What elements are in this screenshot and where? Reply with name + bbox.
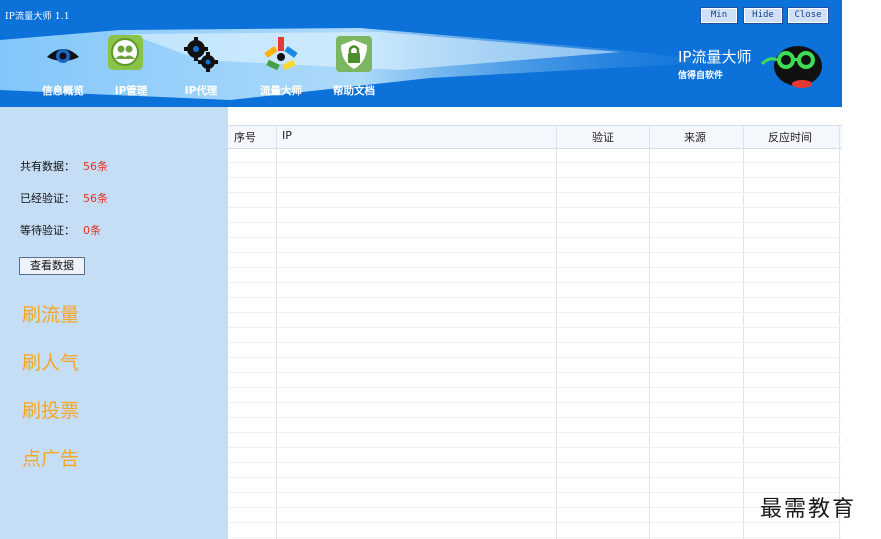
- table-row: [228, 492, 842, 493]
- table-header: 序号 IP 验证 来源 反应时间: [228, 125, 842, 149]
- table-row: [228, 462, 842, 463]
- table-row: [228, 477, 842, 478]
- stat-value: 56条: [83, 160, 108, 173]
- watermark: 最需教育: [760, 497, 857, 522]
- toolbar-help-docs[interactable]: 帮助文档: [326, 35, 382, 99]
- action-boost-votes[interactable]: 刷投票: [22, 396, 79, 423]
- table-row: [228, 192, 842, 193]
- table-row: [228, 252, 842, 253]
- column-header-source[interactable]: 来源: [684, 129, 706, 145]
- toolbar-overview[interactable]: 信息概览: [35, 35, 91, 99]
- toolbar-label: IP管理: [114, 85, 148, 97]
- table-row: [228, 402, 842, 403]
- brand-name: IP流量大师: [678, 48, 752, 66]
- table-row: [228, 177, 842, 178]
- table-row: [228, 207, 842, 208]
- toolbar-label: 流量大师: [260, 85, 302, 97]
- app-title: IP流量大师 1.1: [5, 12, 70, 22]
- ip-table: 序号 IP 验证 来源 反应时间: [228, 107, 842, 539]
- column-header-index[interactable]: 序号: [234, 129, 256, 145]
- stat-verified: 已经验证： 56条: [20, 190, 108, 206]
- shield-lock-icon: [336, 36, 372, 72]
- mascot-logo-icon: [760, 46, 822, 88]
- header-bar: IP流量大师 1.1 Min Hide Close 信息概览 IP管理 IP代理…: [0, 0, 842, 107]
- column-header-response-time[interactable]: 反应时间: [768, 129, 812, 145]
- eye-icon: [47, 49, 79, 63]
- table-row: [228, 537, 842, 538]
- table-row: [228, 297, 842, 298]
- toolbar-ip-proxy[interactable]: IP代理: [173, 35, 229, 99]
- network-icon: [264, 37, 298, 71]
- users-icon: [111, 38, 139, 66]
- table-row: [228, 357, 842, 358]
- table-row: [228, 432, 842, 433]
- sidebar: 共有数据： 56条 已经验证： 56条 等待验证： 0条 查看数据 刷流量 刷人气 刷…: [0, 107, 228, 539]
- table-row: [228, 522, 842, 523]
- stat-label: 已经验证：: [20, 192, 75, 205]
- table-row: [228, 372, 842, 373]
- stat-value: 0条: [83, 224, 101, 237]
- table-row: [228, 312, 842, 313]
- table-row: [228, 282, 842, 283]
- table-row: [228, 447, 842, 448]
- toolbar-ip-manage[interactable]: IP管理: [103, 35, 159, 99]
- table-row: [228, 237, 842, 238]
- action-click-ads[interactable]: 点广告: [22, 444, 79, 471]
- toolbar-label: IP代理: [184, 85, 218, 97]
- table-row: [228, 162, 842, 163]
- action-boost-popularity[interactable]: 刷人气: [22, 348, 79, 375]
- stat-label: 共有数据：: [20, 160, 75, 173]
- table-row: [228, 387, 842, 388]
- action-boost-traffic[interactable]: 刷流量: [22, 300, 79, 327]
- app-window: IP流量大师 1.1 Min Hide Close 信息概览 IP管理 IP代理…: [0, 0, 842, 539]
- stat-value: 56条: [83, 192, 108, 205]
- table-row: [228, 267, 842, 268]
- column-header-verify[interactable]: 验证: [592, 129, 614, 145]
- hide-button[interactable]: Hide: [743, 7, 783, 24]
- minimize-button[interactable]: Min: [700, 7, 738, 24]
- toolbar-label: 帮助文档: [333, 85, 375, 97]
- brand-subtitle: 信得自软件: [678, 71, 724, 81]
- table-row: [228, 222, 842, 223]
- table-row: [228, 417, 842, 418]
- table-row: [228, 327, 842, 328]
- gears-icon: [184, 37, 218, 72]
- stat-pending: 等待验证： 0条: [20, 222, 101, 238]
- stat-label: 等待验证：: [20, 224, 75, 237]
- toolbar-flow-master[interactable]: 流量大师: [253, 35, 309, 99]
- stat-total: 共有数据： 56条: [20, 158, 108, 174]
- view-data-button[interactable]: 查看数据: [19, 257, 85, 275]
- column-header-ip[interactable]: IP: [282, 129, 292, 142]
- brand-block: IP流量大师 信得自软件: [678, 46, 751, 81]
- table-row: [228, 342, 842, 343]
- toolbar-label: 信息概览: [42, 85, 84, 97]
- table-row: [228, 507, 842, 508]
- close-button[interactable]: Close: [787, 7, 829, 24]
